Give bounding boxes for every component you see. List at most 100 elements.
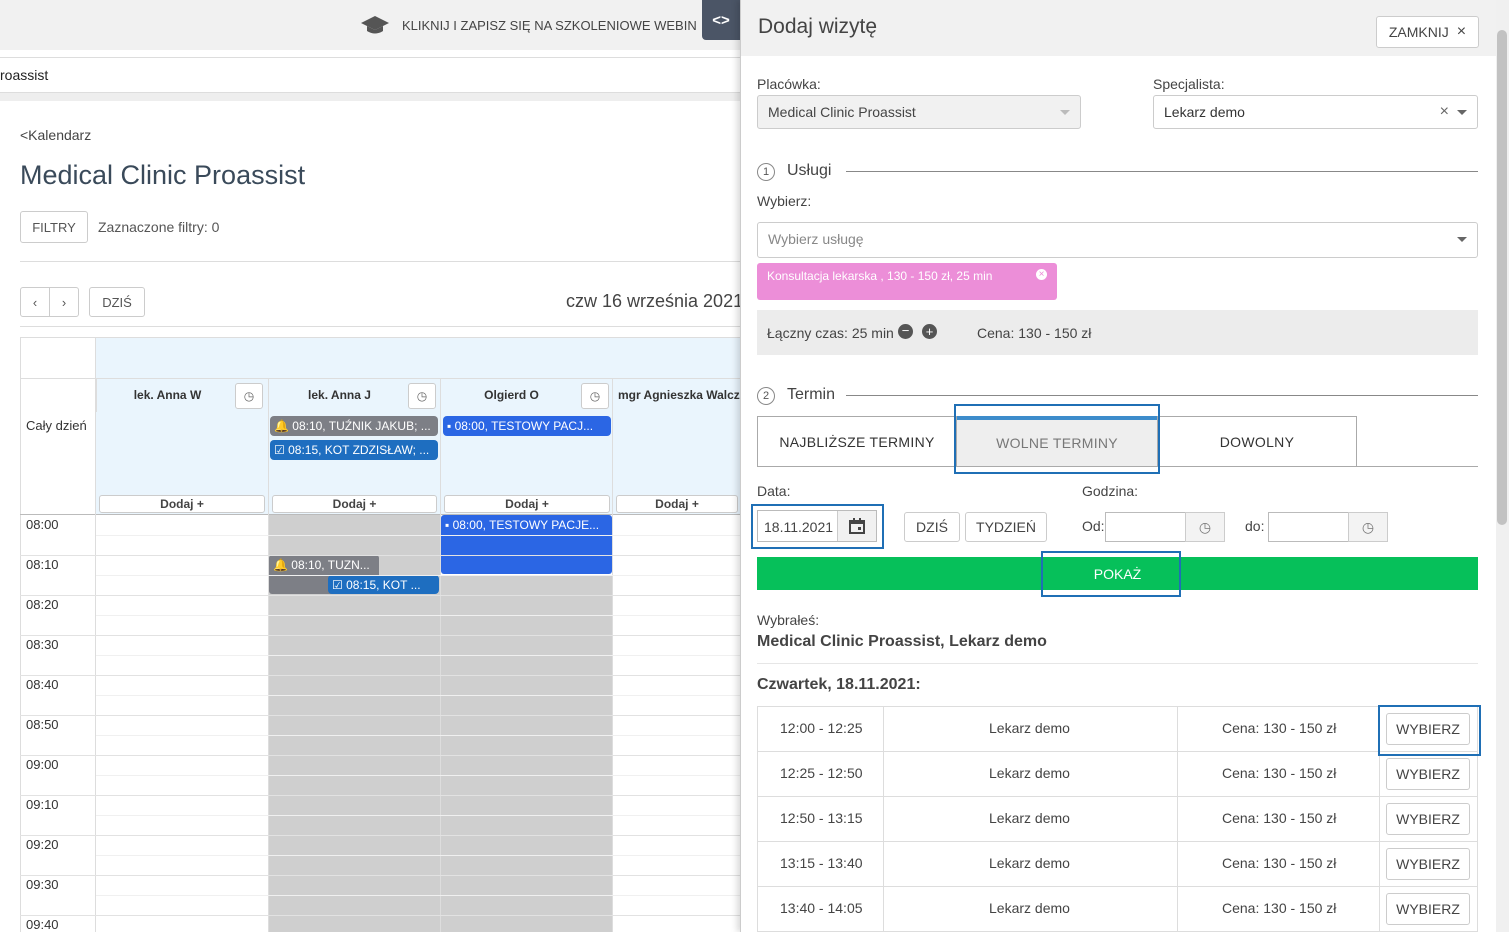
clock-icon[interactable]: ◷ — [408, 383, 436, 409]
cell-divider — [883, 752, 884, 797]
slot-doctor: Lekarz demo — [989, 810, 1070, 826]
event-text: ☑ 08:15, KOT ... — [332, 578, 421, 592]
week-button[interactable]: TYDZIEŃ — [965, 512, 1047, 542]
calendar-app: KLIKNIJ I ZAPISZ SIĘ NA SZKOLENIOWE WEBI… — [0, 0, 740, 932]
slot-doctor: Lekarz demo — [989, 720, 1070, 736]
highlight-box — [1041, 551, 1181, 597]
clock-icon[interactable]: ◷ — [1348, 512, 1388, 542]
header-band — [96, 338, 740, 378]
allday-event[interactable]: ☑ 08:15, KOT ZDZISŁAW; ... — [270, 440, 438, 460]
add-button[interactable]: Dodaj + — [272, 495, 437, 513]
row-line — [20, 715, 740, 716]
prev-day-button[interactable]: ‹ — [20, 287, 50, 317]
webinar-banner[interactable]: KLIKNIJ I ZAPISZ SIĘ NA SZKOLENIOWE WEBI… — [360, 14, 697, 36]
clock-icon[interactable]: ◷ — [235, 383, 263, 409]
chevron-down-icon — [1457, 237, 1467, 242]
row-line — [20, 555, 740, 556]
appointment-event[interactable]: ☑ 08:15, KOT ... — [328, 575, 439, 594]
row-line — [20, 595, 740, 596]
cell-divider — [1177, 797, 1178, 842]
time-label: 08:30 — [26, 637, 59, 652]
choose-slot-button[interactable]: WYBIERZ — [1386, 803, 1470, 835]
cell-divider — [1177, 842, 1178, 887]
clear-icon[interactable]: × — [1440, 103, 1449, 121]
cell-divider — [883, 707, 884, 752]
all-day-label: Cały dzień — [26, 418, 87, 433]
row-line — [20, 795, 740, 796]
divider — [20, 326, 740, 327]
slot-doctor: Lekarz demo — [989, 765, 1070, 781]
service-select[interactable]: Wybierz usługę — [757, 222, 1478, 258]
appointment-event[interactable]: ▪ 08:00, TESTOWY PACJE... — [441, 515, 612, 574]
services-step-title: Usługi — [787, 162, 832, 179]
panel-toggle-button[interactable]: <> — [702, 0, 740, 40]
total-time: Łączny czas: 25 min — [767, 325, 894, 341]
cell-divider — [883, 797, 884, 842]
filters-button[interactable]: FILTRY — [20, 211, 88, 243]
remove-service-icon[interactable]: × — [1036, 269, 1047, 280]
unavailable-block — [441, 575, 612, 932]
slot-time: 12:00 - 12:25 — [780, 720, 863, 736]
slot-price: Cena: 130 - 150 zł — [1222, 900, 1337, 916]
time-label: 09:00 — [26, 757, 59, 772]
time-label: 09:20 — [26, 837, 59, 852]
today-button[interactable]: DZIŚ — [89, 287, 145, 317]
time-label: 08:20 — [26, 597, 59, 612]
slot-row: 12:50 - 13:15 Lekarz demo Cena: 130 - 150 … — [757, 797, 1478, 842]
row-line — [20, 875, 740, 876]
half-row-line — [96, 815, 740, 816]
filters-status: Zaznaczone filtry: 0 — [98, 219, 220, 235]
choose-slot-button[interactable]: WYBIERZ — [1386, 758, 1470, 790]
to-time-input[interactable] — [1268, 512, 1349, 542]
address-bar[interactable]: roassist — [0, 57, 740, 93]
facility-label: Placówka: — [757, 76, 821, 92]
slot-row: 13:15 - 13:40 Lekarz demo Cena: 130 - 150 … — [757, 842, 1478, 887]
today-button[interactable]: DZIŚ — [904, 512, 960, 542]
column-header-agnieszka: mgr Agnieszka Walcz — [612, 378, 740, 412]
row-line — [20, 915, 740, 916]
close-button[interactable]: ZAMKNIJ × — [1376, 16, 1479, 48]
tab-any[interactable]: DOWOLNY — [1157, 416, 1357, 466]
close-label: ZAMKNIJ — [1388, 24, 1449, 40]
allday-event[interactable]: ▪ 08:00, TESTOWY PACJ... — [443, 416, 611, 436]
tab-nearest[interactable]: NAJBLIŻSZE TERMINY — [757, 416, 957, 466]
close-icon: × — [1456, 23, 1467, 40]
highlight-box — [954, 404, 1160, 474]
add-button[interactable]: Dodaj + — [99, 495, 265, 513]
slot-doctor: Lekarz demo — [989, 900, 1070, 916]
allday-event[interactable]: 🔔 08:10, TUŹNIK JAKUB; ... — [270, 416, 438, 436]
facility-select[interactable]: Medical Clinic Proassist — [757, 95, 1081, 129]
clock-icon[interactable]: ◷ — [1185, 512, 1225, 542]
cell-divider — [883, 842, 884, 887]
date-label: Data: — [757, 483, 791, 499]
step-number: 1 — [757, 163, 775, 181]
specialist-select[interactable]: Lekarz demo × — [1153, 95, 1478, 129]
half-row-line — [96, 895, 740, 896]
half-row-line — [96, 855, 740, 856]
from-time-input[interactable] — [1105, 512, 1186, 542]
minus-circle-icon[interactable]: − — [898, 324, 913, 339]
half-row-line — [96, 655, 740, 656]
cell-divider — [1379, 842, 1380, 887]
selected-service-text: Konsultacja lekarska , 130 - 150 zł, 25 … — [767, 269, 993, 283]
cell-divider — [1379, 752, 1380, 797]
add-button[interactable]: Dodaj + — [616, 495, 738, 513]
choose-slot-button[interactable]: WYBIERZ — [1386, 893, 1470, 925]
scrollbar-thumb[interactable] — [1497, 30, 1507, 525]
choose-slot-button[interactable]: WYBIERZ — [1386, 848, 1470, 880]
specialist-label: Specjalista: — [1153, 76, 1225, 92]
column-name: lek. Anna J — [308, 388, 371, 402]
price-total: Cena: 130 - 150 zł — [977, 325, 1092, 341]
event-text: ▪ 08:00, TESTOWY PACJE... — [445, 518, 600, 532]
time-label: 08:50 — [26, 717, 59, 732]
next-day-button[interactable]: › — [49, 287, 79, 317]
clock-icon[interactable]: ◷ — [581, 383, 609, 409]
time-label: 09:40 — [26, 917, 59, 932]
add-button[interactable]: Dodaj + — [444, 495, 610, 513]
event-text: 🔔 08:10, TUŹNIK JAKUB; ... — [274, 419, 431, 433]
column-name: mgr Agnieszka Walcz — [618, 388, 740, 402]
half-row-line — [96, 775, 740, 776]
plus-circle-icon[interactable]: + — [922, 324, 937, 339]
half-row-line — [96, 735, 740, 736]
back-to-calendar-link[interactable]: <Kalendarz — [20, 127, 91, 143]
